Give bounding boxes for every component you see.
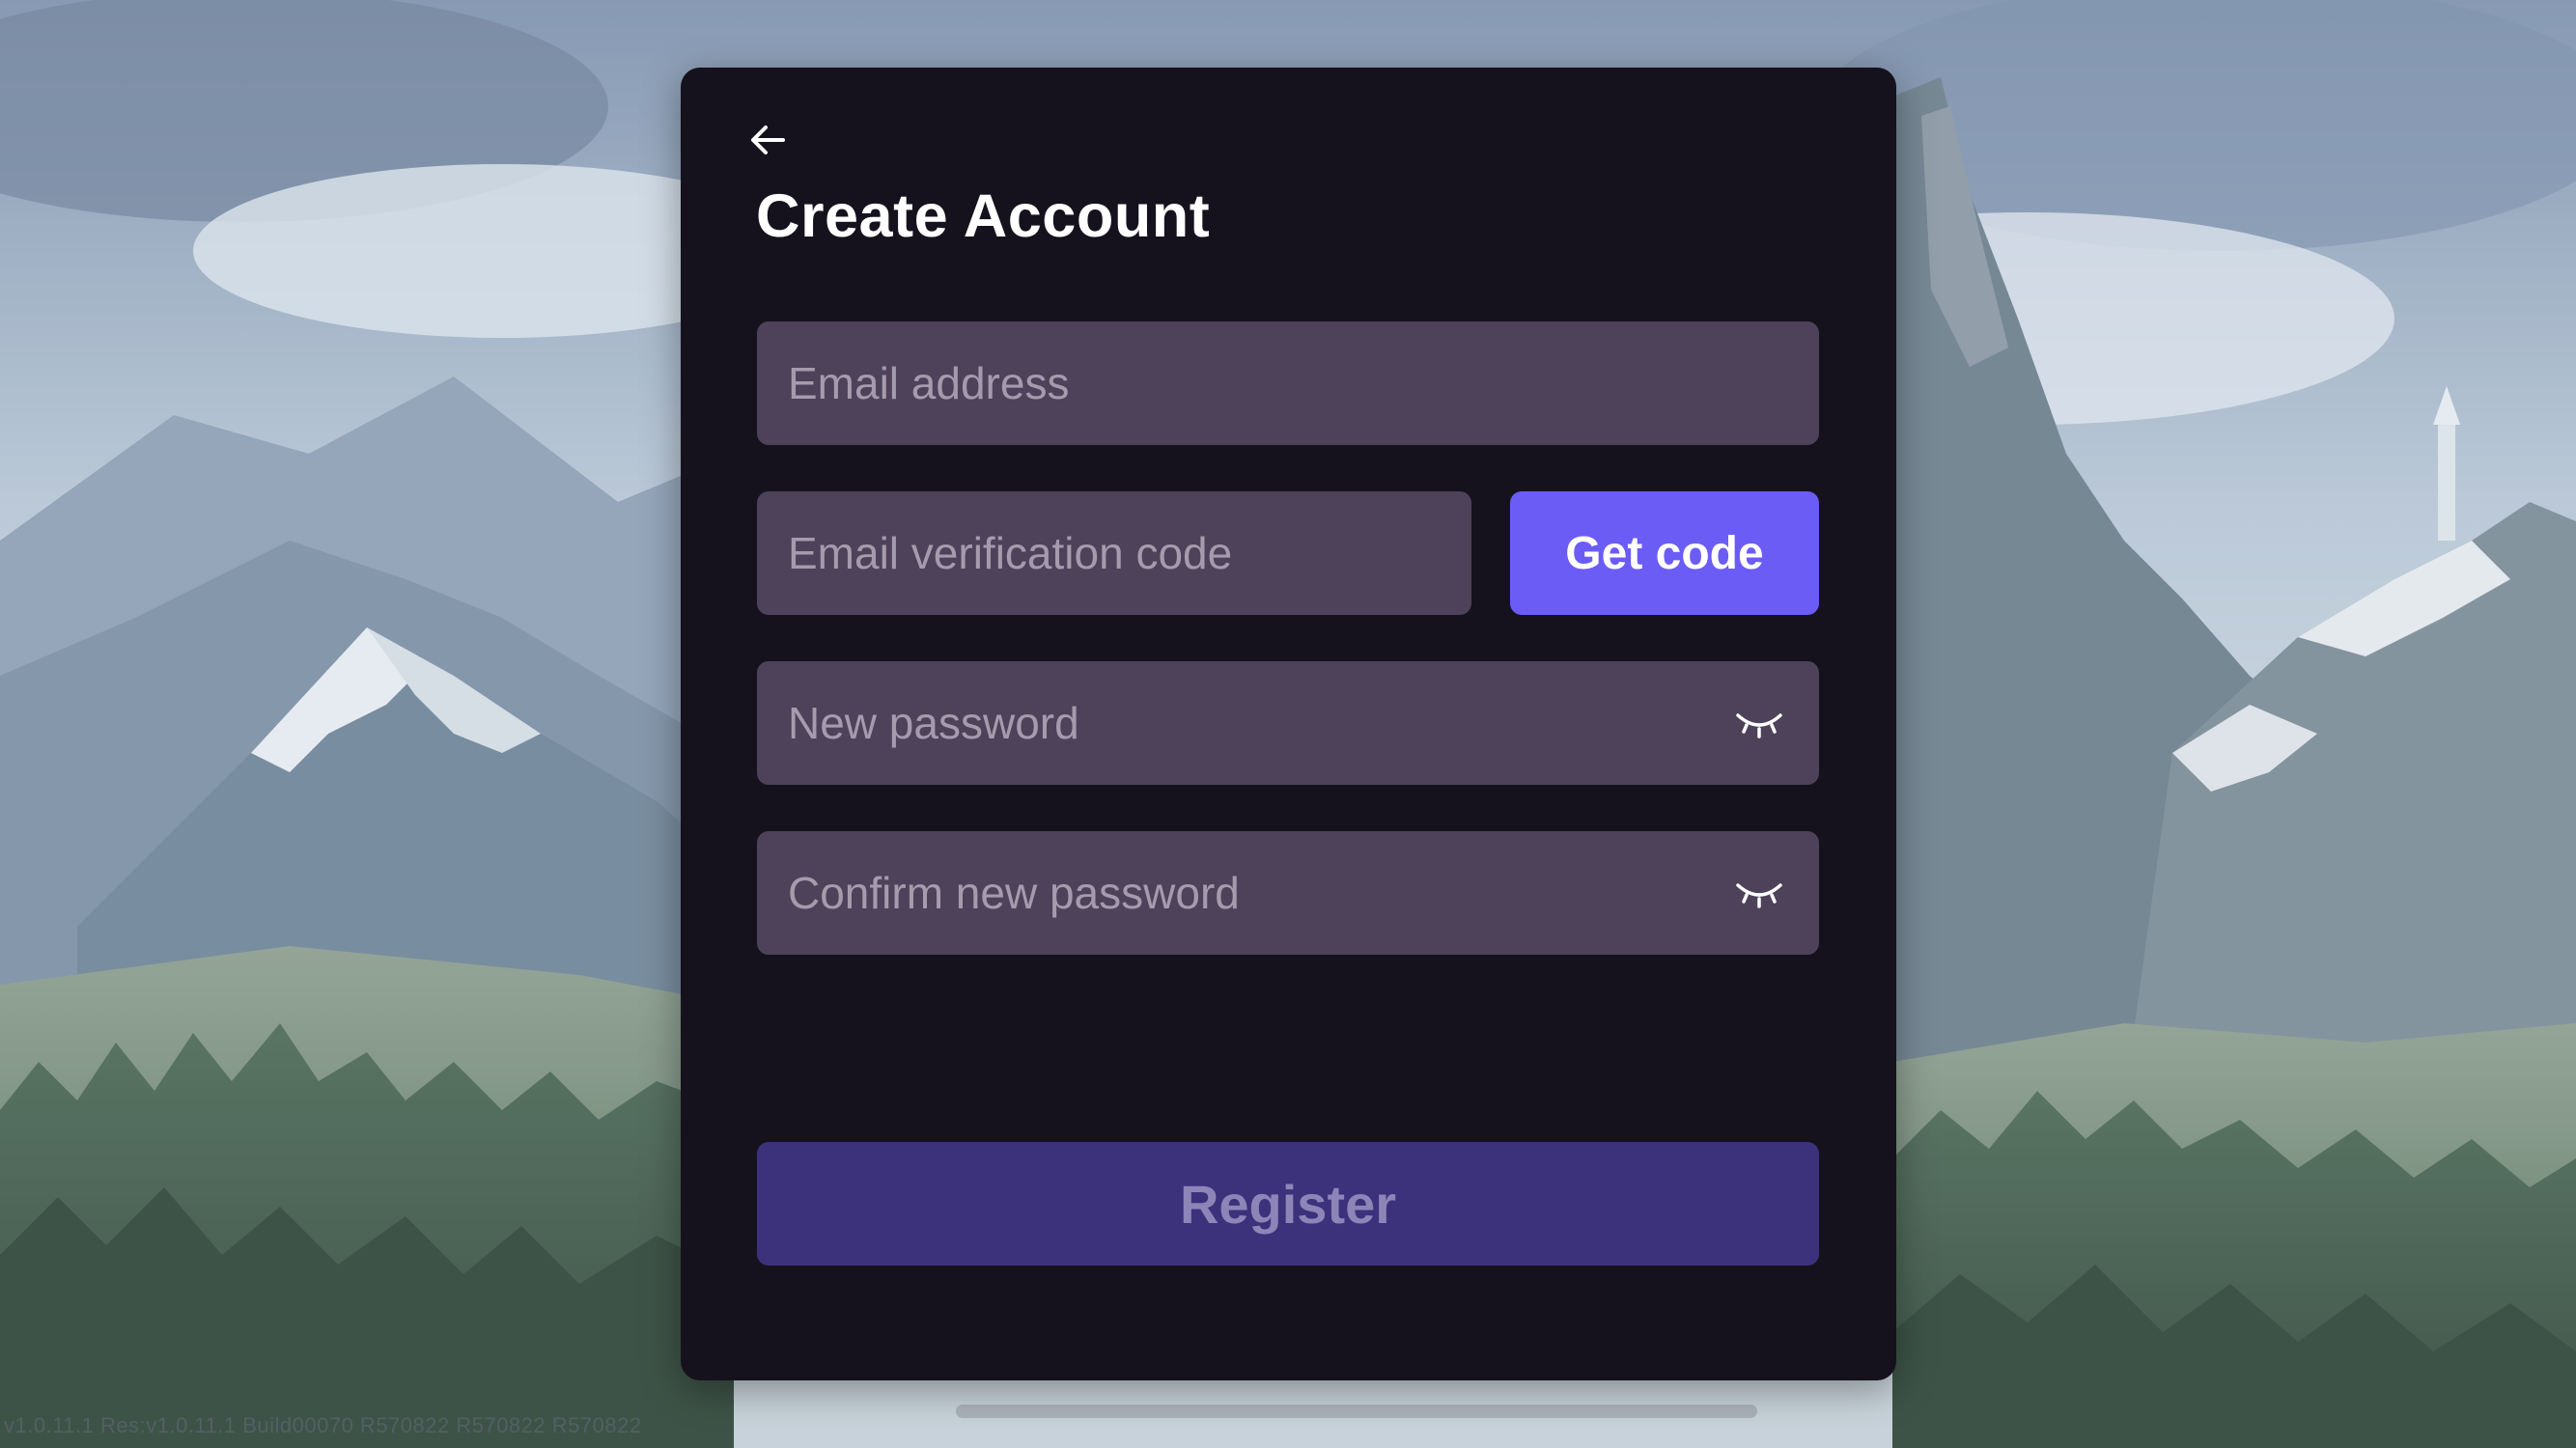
register-button[interactable]: Register — [757, 1142, 1819, 1266]
version-text: v1.0.11.1 Res:v1.0.11.1 Build00070 R5708… — [4, 1413, 642, 1437]
confirm-password-input[interactable] — [788, 867, 1715, 919]
back-button[interactable] — [739, 111, 797, 169]
eye-closed-icon — [1736, 883, 1782, 908]
new-password-input[interactable] — [788, 697, 1715, 749]
new-password-field-container — [757, 661, 1819, 785]
confirm-password-visibility-toggle[interactable] — [1730, 869, 1788, 917]
confirm-password-field-container — [757, 831, 1819, 955]
new-password-visibility-toggle[interactable] — [1730, 699, 1788, 747]
eye-closed-icon — [1736, 713, 1782, 738]
verification-code-input[interactable] — [788, 527, 1441, 579]
page-title: Create Account — [756, 182, 1211, 250]
get-code-button[interactable]: Get code — [1510, 491, 1819, 615]
arrow-left-icon — [751, 125, 785, 154]
home-indicator — [956, 1405, 1757, 1418]
create-account-dialog: Create Account Get code Register — [681, 68, 1896, 1380]
verification-code-field-container — [757, 491, 1471, 615]
email-input[interactable] — [788, 357, 1788, 409]
email-field-container — [757, 321, 1819, 445]
